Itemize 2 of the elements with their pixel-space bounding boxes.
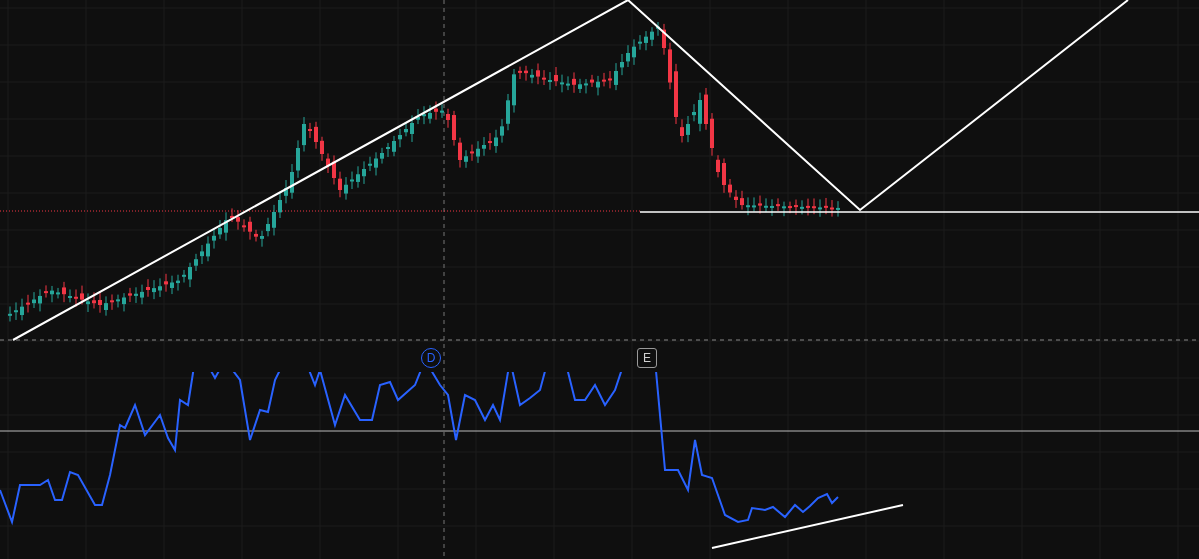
event-marker[interactable]: D: [421, 348, 441, 368]
event-marker[interactable]: E: [637, 348, 657, 368]
